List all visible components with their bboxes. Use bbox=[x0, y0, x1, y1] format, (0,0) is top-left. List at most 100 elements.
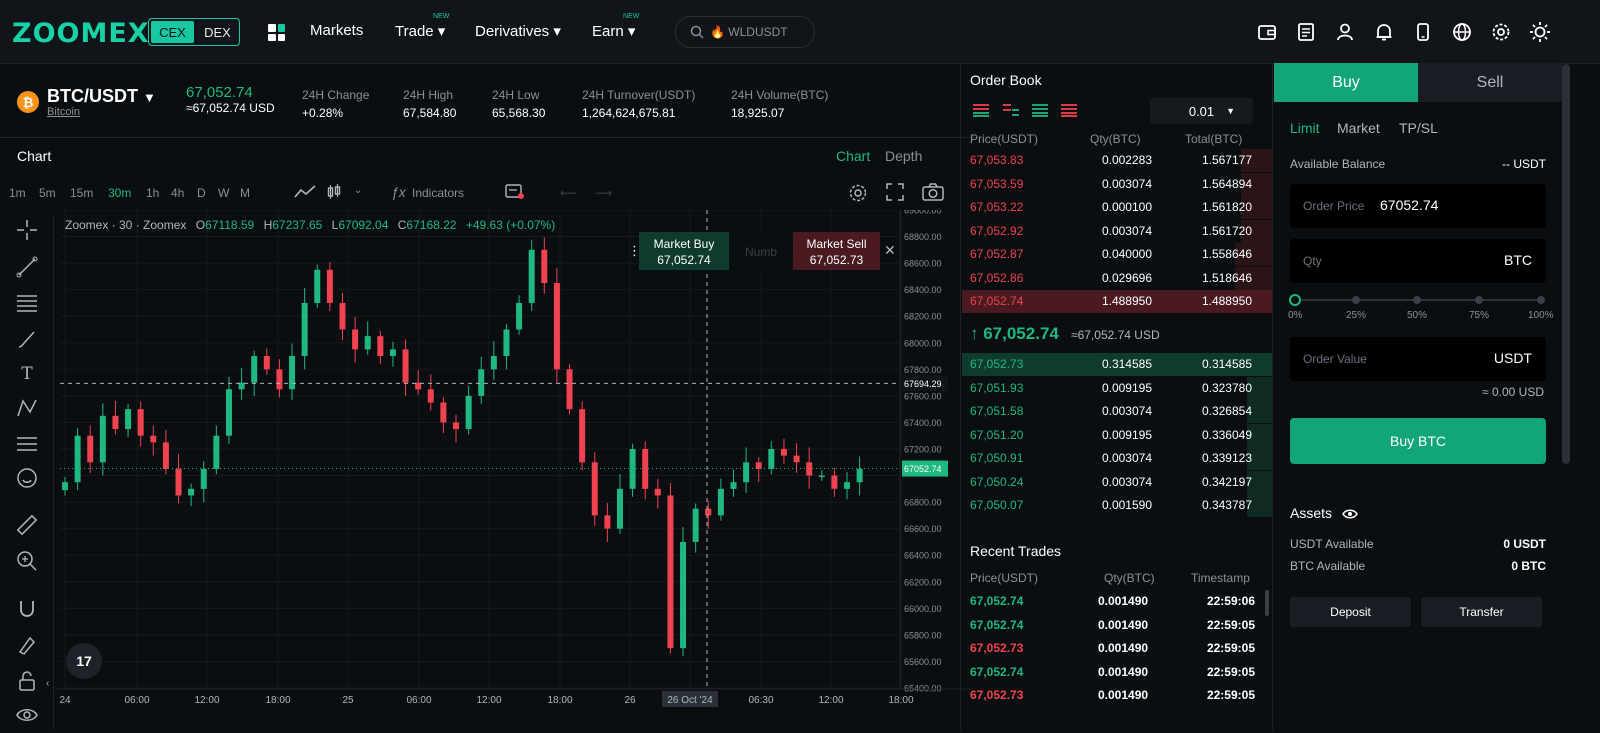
close-icon[interactable]: ✕ bbox=[884, 242, 896, 259]
lock-icon[interactable] bbox=[14, 669, 40, 693]
interval-w[interactable]: W bbox=[218, 186, 229, 200]
theme-icon[interactable] bbox=[1528, 20, 1552, 44]
cex-dex-switch[interactable]: CEX DEX bbox=[148, 18, 240, 46]
nav-trade[interactable]: Trade ▾ NEW bbox=[395, 13, 449, 40]
trades-scrollbar[interactable] bbox=[1265, 590, 1269, 616]
mobile-icon[interactable] bbox=[1411, 20, 1435, 44]
fullscreen-icon[interactable] bbox=[886, 183, 904, 204]
pair-subtitle[interactable]: Bitcoin bbox=[47, 106, 80, 118]
slider-mark-50[interactable] bbox=[1413, 296, 1421, 304]
slider-handle[interactable] bbox=[1289, 294, 1301, 306]
tradingview-logo[interactable]: 17 bbox=[66, 643, 102, 679]
globe-icon[interactable] bbox=[1450, 20, 1474, 44]
qty-input[interactable]: Qty BTC bbox=[1290, 239, 1546, 283]
ask-row[interactable]: 67,052.74 1.488950 1.488950 bbox=[962, 290, 1272, 313]
bid-row[interactable]: 67,052.73 0.314585 0.314585 bbox=[962, 353, 1272, 376]
bid-row[interactable]: 67,051.20 0.009195 0.336049 bbox=[962, 423, 1272, 447]
user-icon[interactable] bbox=[1333, 20, 1357, 44]
price-chart[interactable]: 69000.00 68800.00 68600.00 68400.00 68200.00… bbox=[55, 206, 972, 730]
undo-icon[interactable]: ⟵ bbox=[560, 186, 577, 200]
interval-30m[interactable]: 30m bbox=[108, 186, 131, 200]
candlestick-chart[interactable]: 69000.00 68800.00 68600.00 68400.00 68200.00… bbox=[55, 206, 972, 730]
pattern-tool-icon[interactable] bbox=[14, 396, 40, 420]
bid-row[interactable]: 67,050.07 0.001590 0.343787 bbox=[962, 494, 1272, 517]
interval-5m[interactable]: 5m bbox=[39, 186, 56, 200]
search-input[interactable]: 🔥 WLDUSDT bbox=[675, 16, 815, 48]
collapse-toolbar-icon[interactable]: ‹ bbox=[46, 678, 49, 689]
tab-tpsl[interactable]: TP/SL bbox=[1399, 120, 1438, 136]
wallet-icon[interactable] bbox=[1255, 20, 1279, 44]
dex-toggle[interactable]: DEX bbox=[196, 19, 239, 45]
orderbook-both-icon[interactable] bbox=[972, 103, 990, 120]
interval-4h[interactable]: 4h bbox=[171, 186, 184, 200]
eye-icon[interactable] bbox=[1342, 508, 1358, 520]
ask-row[interactable]: 67,053.22 0.000100 1.561820 bbox=[962, 196, 1272, 219]
chart-settings-icon[interactable] bbox=[848, 183, 868, 206]
camera-icon[interactable] bbox=[922, 183, 944, 204]
chevron-down-icon[interactable]: ⌄ bbox=[354, 185, 362, 196]
order-price-input[interactable]: Order Price 67052.74 bbox=[1290, 184, 1546, 228]
apps-grid-icon[interactable] bbox=[268, 24, 285, 41]
candle-chart-icon[interactable] bbox=[327, 184, 341, 203]
ruler-tool-icon[interactable] bbox=[14, 513, 40, 537]
nav-earn[interactable]: Earn ▾ NEW bbox=[592, 13, 639, 40]
line-chart-icon[interactable] bbox=[294, 185, 316, 202]
crosshair-tool-icon[interactable] bbox=[14, 218, 40, 242]
ask-row[interactable]: 67,052.86 0.029696 1.518646 bbox=[962, 266, 1272, 290]
pair-selector[interactable]: BTC/USDT ▼ bbox=[47, 86, 156, 107]
tab-market[interactable]: Market bbox=[1337, 120, 1380, 136]
prediction-tool-icon[interactable] bbox=[14, 432, 40, 456]
orders-icon[interactable] bbox=[1294, 20, 1318, 44]
bid-row[interactable]: 67,051.93 0.009195 0.323780 bbox=[962, 376, 1272, 400]
bid-row[interactable]: 67,051.58 0.003074 0.326854 bbox=[962, 400, 1272, 423]
orderbook-bids-icon[interactable] bbox=[1031, 103, 1049, 120]
ask-row[interactable]: 67,053.83 0.002283 1.567177 bbox=[962, 149, 1272, 172]
deposit-button[interactable]: Deposit bbox=[1290, 597, 1411, 627]
indicators-button[interactable]: Indicators bbox=[412, 186, 464, 200]
bid-row[interactable]: 67,050.24 0.003074 0.342197 bbox=[962, 470, 1272, 494]
trendline-tool-icon[interactable] bbox=[14, 255, 40, 279]
ask-row[interactable]: 67,052.87 0.040000 1.558646 bbox=[962, 243, 1272, 266]
gear-icon[interactable] bbox=[1489, 20, 1513, 44]
interval-1m[interactable]: 1m bbox=[9, 186, 26, 200]
sell-tab[interactable]: Sell bbox=[1418, 63, 1562, 102]
interval-d[interactable]: D bbox=[197, 186, 206, 200]
interval-15m[interactable]: 15m bbox=[70, 186, 93, 200]
brush-tool-icon[interactable] bbox=[14, 327, 40, 351]
tab-limit[interactable]: Limit bbox=[1290, 120, 1320, 136]
page-scrollbar[interactable] bbox=[1562, 64, 1570, 464]
market-buy-button[interactable]: Market Buy 67,052.74 bbox=[639, 232, 729, 270]
interval-1h[interactable]: 1h bbox=[146, 186, 159, 200]
orderbook-split-icon[interactable] bbox=[1002, 103, 1020, 120]
text-tool-icon[interactable]: T bbox=[14, 362, 40, 386]
tab-chart[interactable]: Chart bbox=[836, 148, 870, 164]
order-value-input[interactable]: Order Value USDT bbox=[1290, 337, 1546, 381]
redo-icon[interactable]: ⟶ bbox=[595, 186, 612, 200]
orderbook-asks-icon[interactable] bbox=[1060, 103, 1078, 120]
visibility-icon[interactable] bbox=[14, 703, 40, 727]
buy-btc-button[interactable]: Buy BTC bbox=[1290, 418, 1546, 464]
interval-m[interactable]: M bbox=[240, 186, 250, 200]
horizontal-lines-tool-icon[interactable] bbox=[14, 290, 40, 314]
lock-drawing-icon[interactable] bbox=[14, 633, 40, 657]
market-sell-button[interactable]: Market Sell 67,052.73 bbox=[793, 232, 880, 270]
transfer-button[interactable]: Transfer bbox=[1421, 597, 1542, 627]
ask-row[interactable]: 67,052.92 0.003074 1.561720 bbox=[962, 219, 1272, 243]
slider-mark-100[interactable] bbox=[1537, 296, 1545, 304]
precision-select[interactable]: 0.01 ▼ bbox=[1150, 98, 1253, 124]
bid-row[interactable]: 67,050.91 0.003074 0.339123 bbox=[962, 447, 1272, 470]
tab-depth[interactable]: Depth bbox=[885, 148, 922, 164]
emoji-tool-icon[interactable] bbox=[14, 466, 40, 490]
bell-icon[interactable] bbox=[1372, 20, 1396, 44]
chart-template-icon[interactable] bbox=[505, 184, 525, 203]
ask-row[interactable]: 67,053.59 0.003074 1.564894 bbox=[962, 172, 1272, 196]
slider-mark-75[interactable] bbox=[1475, 296, 1483, 304]
zoomex-logo[interactable]: ZOOMEX bbox=[12, 18, 150, 49]
buy-tab[interactable]: Buy bbox=[1274, 63, 1418, 102]
cex-toggle[interactable]: CEX bbox=[151, 21, 194, 43]
magnet-tool-icon[interactable] bbox=[14, 597, 40, 621]
slider-mark-25[interactable] bbox=[1352, 296, 1360, 304]
fx-icon[interactable]: ƒx bbox=[391, 184, 406, 200]
nav-markets[interactable]: Markets bbox=[310, 22, 363, 39]
quick-qty-input[interactable]: Numb bbox=[730, 232, 792, 270]
